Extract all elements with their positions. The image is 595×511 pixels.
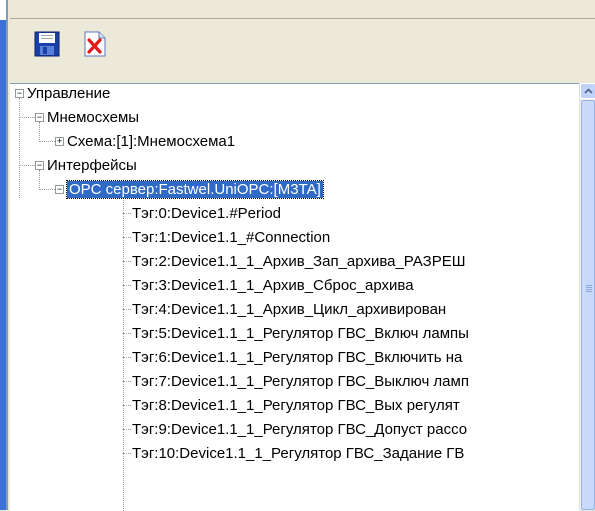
tree-node-tag[interactable]: Тэг:8:Device1.1_1_Регулятор ГВС_Вых регу… [132,396,460,416]
tree-line [19,165,35,166]
tree-line [19,98,20,198]
tree-line [39,189,55,190]
expand-toggle[interactable]: + [55,137,64,146]
tree-node-mnemo[interactable]: Мнемосхемы [47,108,139,128]
tree-line [123,213,131,214]
tree-node-tag[interactable]: Тэг:3:Device1.1_1_Архив_Сброс_архива [132,276,414,296]
grip-line [586,289,592,290]
grip-line [586,291,592,292]
tree-line [123,333,131,334]
tree-line [39,170,40,188]
tree-node-tag[interactable]: Тэг:7:Device1.1_1_Регулятор ГВС_Выключ л… [132,372,469,392]
tree-node-tag[interactable]: Тэг:5:Device1.1_1_Регулятор ГВС_Включ ла… [132,324,469,344]
collapse-toggle[interactable]: − [35,113,44,122]
tree-line [123,429,131,430]
scrollbar-thumb[interactable] [581,100,595,510]
tree-line [123,261,131,262]
tree-node-tag[interactable]: Тэг:0:Device1.#Period [132,204,281,224]
tree-node-tag[interactable]: Тэг:2:Device1.1_1_Архив_Зап_архива_РАЗРЕ… [132,252,465,272]
tree-line [123,357,131,358]
grip-line [586,287,592,288]
tree-node-tag[interactable]: Тэг:1:Device1.1_#Connection [132,228,330,248]
tree-view[interactable]: − Управление − Мнемосхемы + Схема:[1]:Мн… [10,83,579,511]
collapse-toggle[interactable]: − [15,89,24,98]
scroll-up-button[interactable] [580,83,595,99]
left-accent-bar [0,20,6,510]
tree-line [123,381,131,382]
chevron-up-icon [583,88,593,94]
tree-line [123,194,124,511]
tree-line [123,237,131,238]
tree-line [39,141,55,142]
tree-line [123,285,131,286]
delete-button[interactable] [80,29,110,59]
tree-node-root[interactable]: Управление [27,84,110,104]
tree-node-opc-server[interactable]: OPC сервер:Fastwel.UniOPC:[M3TA] [66,180,324,199]
tree-node-tag[interactable]: Тэг:6:Device1.1_1_Регулятор ГВС_Включить… [132,348,462,368]
tree-node-tag[interactable]: Тэг:10:Device1.1_1_Регулятор ГВС_Задание… [132,444,464,464]
tree-node-interfaces[interactable]: Интерфейсы [47,156,137,176]
tree-node-schema[interactable]: Схема:[1]:Мнемосхема1 [67,132,235,152]
tree-line [39,122,40,140]
tree-line [123,309,131,310]
tree-node-tag[interactable]: Тэг:4:Device1.1_1_Архив_Цикл_архивирован [132,300,446,320]
tree-line [123,405,131,406]
red-x-delete-icon [84,31,106,57]
floppy-disk-icon [34,31,60,57]
collapse-toggle[interactable]: − [35,161,44,170]
vertical-scrollbar[interactable] [579,83,595,510]
collapse-toggle[interactable]: − [55,185,64,194]
tree-line [123,453,131,454]
left-border [0,0,8,510]
grip-line [586,285,592,286]
tree-node-tag[interactable]: Тэг:9:Device1.1_1_Регулятор ГВС_Допуст р… [132,420,467,440]
save-button[interactable] [32,29,62,59]
tree-line [19,117,35,118]
toolbar [10,19,595,83]
